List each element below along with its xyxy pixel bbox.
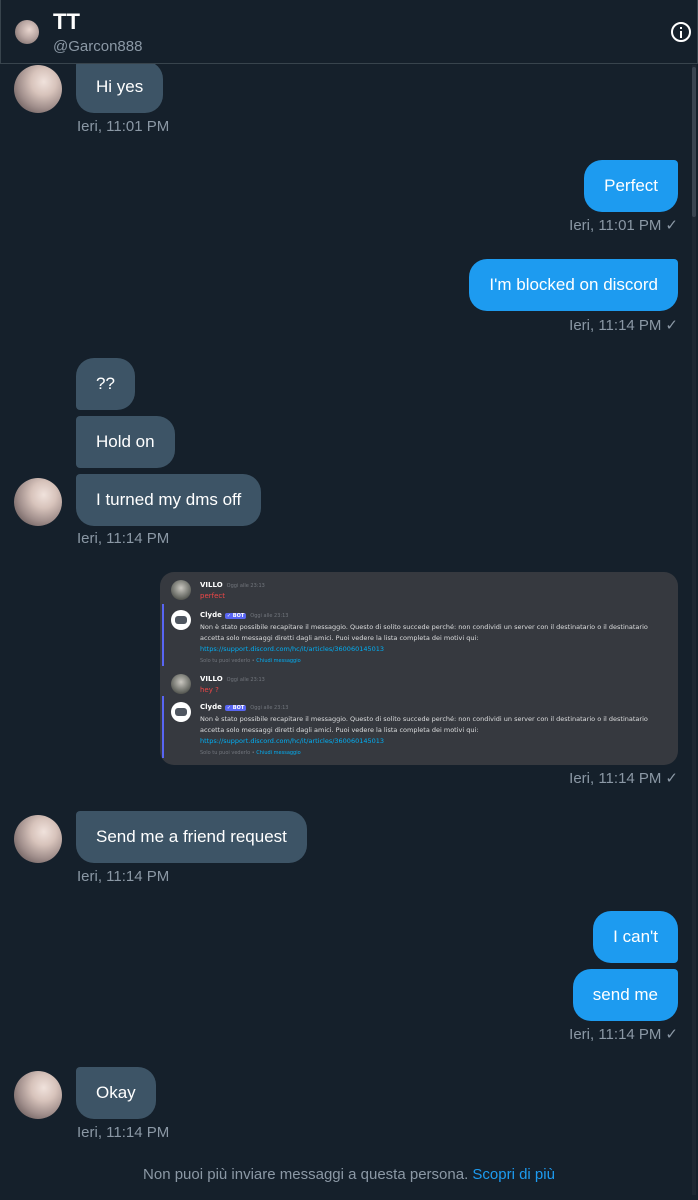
discord-highlight-bar <box>162 696 164 758</box>
sent-check-icon: ✓ <box>665 217 678 234</box>
message-bubble-sent: send me <box>572 969 678 1021</box>
discord-avatar <box>171 580 191 600</box>
message-bubble-received: Hold on <box>76 416 175 468</box>
sent-check-icon: ✓ <box>665 317 678 334</box>
conversation-header: TT @Garcon888 <box>0 0 698 64</box>
discord-username: Clyde <box>200 703 222 711</box>
discord-timestamp: Oggi alle 23:13 <box>226 677 265 683</box>
scrollbar-thumb[interactable] <box>692 67 696 217</box>
message-timestamp: Ieri, 11:14 PM <box>77 1124 170 1141</box>
message-timestamp: Ieri, 11:01 PM <box>77 118 170 135</box>
message-timestamp: Ieri, 11:14 PM ✓ <box>569 1026 678 1043</box>
contact-handle[interactable]: @Garcon888 <box>53 38 142 55</box>
discord-highlight-bar <box>162 604 164 666</box>
blocked-notice: Non puoi più inviare messaggi a questa p… <box>0 1166 698 1183</box>
discord-timestamp: Oggi alle 23:13 <box>250 613 289 619</box>
sent-check-icon: ✓ <box>665 770 678 787</box>
discord-bot-avatar <box>171 702 191 722</box>
message-timestamp: Ieri, 11:01 PM ✓ <box>569 217 678 234</box>
avatar[interactable] <box>15 20 39 44</box>
scrollbar[interactable] <box>692 65 696 1195</box>
discord-message-text: Non è stato possibile recapitare il mess… <box>200 715 648 745</box>
info-icon[interactable] <box>671 22 691 42</box>
message-image-attachment[interactable]: VILLO Oggi alle 23:13 perfect Clyde ✓ BOT O… <box>160 572 678 765</box>
discord-username: VILLO <box>200 675 223 683</box>
message-bubble-received: ?? <box>76 358 135 410</box>
bot-badge: ✓ BOT <box>224 613 247 619</box>
message-bubble-sent: Perfect <box>584 160 678 212</box>
bot-badge: ✓ BOT <box>224 705 247 711</box>
message-timestamp: Ieri, 11:14 PM <box>77 530 170 547</box>
message-timestamp: Ieri, 11:14 PM ✓ <box>569 317 678 334</box>
message-bubble-sent: I'm blocked on discord <box>469 259 678 311</box>
discord-message-footer: Solo tu puoi vederlo • Chiudi messaggio <box>200 658 301 664</box>
discord-username: VILLO <box>200 581 223 589</box>
message-timestamp: Ieri, 11:14 PM ✓ <box>569 770 678 787</box>
discord-message-text: hey ? <box>200 686 219 694</box>
discord-message-footer: Solo tu puoi vederlo • Chiudi messaggio <box>200 750 301 756</box>
blocked-notice-text: Non puoi più inviare messaggi a questa p… <box>143 1166 469 1183</box>
message-bubble-received: Okay <box>76 1067 156 1119</box>
discord-message-text: Non è stato possibile recapitare il mess… <box>200 623 648 653</box>
discord-username: Clyde <box>200 611 222 619</box>
discord-bot-avatar <box>171 610 191 630</box>
message-timestamp: Ieri, 11:14 PM <box>77 868 170 885</box>
avatar[interactable] <box>14 1071 62 1119</box>
avatar[interactable] <box>14 478 62 526</box>
discord-timestamp: Oggi alle 23:13 <box>250 705 289 711</box>
contact-name[interactable]: TT <box>53 9 80 35</box>
learn-more-link[interactable]: Scopri di più <box>472 1166 555 1183</box>
message-bubble-received: Hi yes <box>76 61 164 113</box>
message-bubble-received: I turned my dms off <box>76 474 262 526</box>
message-bubble-received: Send me a friend request <box>76 811 307 863</box>
avatar[interactable] <box>14 65 62 113</box>
message-bubble-sent: I can't <box>593 911 678 963</box>
discord-timestamp: Oggi alle 23:13 <box>226 583 265 589</box>
discord-message-text: perfect <box>200 592 225 600</box>
sent-check-icon: ✓ <box>665 1026 678 1043</box>
avatar[interactable] <box>14 815 62 863</box>
discord-avatar <box>171 674 191 694</box>
